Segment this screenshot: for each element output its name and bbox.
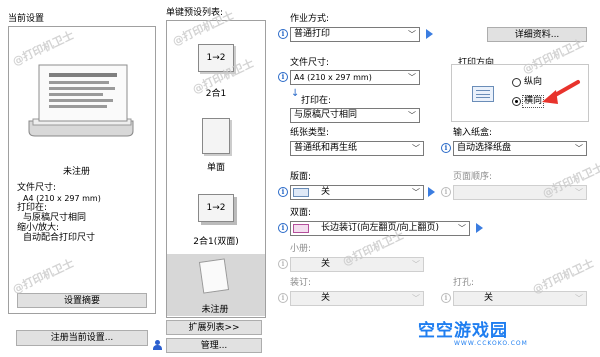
layout-label: 版面: (290, 172, 312, 182)
current-settings-title: 当前设置 (8, 14, 45, 24)
printer-preview-icon (28, 64, 134, 137)
blank-page-icon (198, 258, 230, 294)
current-settings-panel: 未注册 文件尺寸: A4 (210 x 297 mm) 打印在: 与原稿尺寸相同… (8, 26, 156, 314)
duplex-label: 双面: (290, 208, 312, 218)
duplex-select[interactable]: 长边装订(向左翻页/向上翻页) ﹀ (290, 221, 470, 236)
layout-select[interactable]: 关 ﹀ (290, 185, 424, 200)
staple-label: 装订: (290, 278, 312, 288)
portrait-radio[interactable] (512, 78, 521, 87)
punch-value: 关 (484, 293, 494, 303)
chevron-down-icon: ﹀ (412, 188, 420, 197)
print-on-value: 与原稿尺寸相同 (294, 110, 358, 120)
chevron-down-icon: ﹀ (458, 224, 466, 233)
paper-type-label: 纸张类型: (290, 128, 330, 138)
info-icon: i (441, 293, 451, 303)
info-icon[interactable]: i (278, 72, 288, 82)
punch-label: 打孔: (453, 278, 475, 288)
chevron-down-icon: ﹀ (575, 144, 583, 153)
paper-type-select[interactable]: 普通纸和再生纸 ﹀ (290, 141, 424, 156)
paper-size-select[interactable]: A4 (210 x 297 mm) ﹀ (290, 70, 420, 85)
print-method-select[interactable]: 普通打印 ﹀ (290, 27, 420, 42)
chevron-down-icon: ﹀ (408, 111, 416, 120)
single-page-icon (202, 118, 230, 154)
preset-thumbnail: 1→2 (198, 194, 234, 222)
preset-label: 未注册 (201, 305, 229, 315)
paper-size-value: A4 (210 x 297 mm) (294, 73, 372, 82)
chevron-down-icon: ﹀ (412, 294, 420, 303)
info-icon: i (278, 259, 288, 269)
annotation-arrow-icon (542, 80, 580, 104)
page-order-label: 页面顺序: (453, 172, 493, 182)
preset-label: 2合1(双面) (193, 237, 239, 247)
chevron-down-icon: ﹀ (575, 294, 583, 303)
booklet-value: 关 (321, 259, 331, 269)
info-icon: i (278, 293, 288, 303)
print-method-label: 作业方式: (290, 14, 330, 24)
arrow-down-icon: ↓ (291, 88, 300, 99)
register-current-settings-button[interactable]: 注册当前设置... (16, 330, 148, 346)
brand-url: WWW.CCKOKO.COM (454, 340, 528, 347)
expand-list-button[interactable]: 扩展列表>> (166, 320, 262, 335)
input-tray-label: 输入纸盒: (453, 128, 493, 138)
print-on-select[interactable]: 与原稿尺寸相同 ﹀ (290, 108, 420, 123)
chevron-down-icon: ﹀ (408, 73, 416, 82)
landscape-page-icon (472, 86, 494, 102)
paper-type-value: 普通纸和再生纸 (294, 143, 358, 153)
info-icon[interactable]: i (278, 187, 288, 197)
info-icon: i (441, 187, 451, 197)
staple-value: 关 (321, 293, 331, 303)
info-icon[interactable]: i (441, 143, 451, 153)
settings-summary-button[interactable]: 设置摘要 (17, 293, 147, 308)
play-icon (476, 223, 483, 233)
landscape-radio[interactable] (512, 97, 521, 106)
preset-label: 单面 (206, 163, 225, 173)
chevron-down-icon: ﹀ (412, 144, 420, 153)
user-icon (153, 340, 162, 350)
input-tray-value: 自动选择纸盘 (457, 143, 512, 153)
print-on-label: 打印在: (301, 96, 332, 106)
play-icon (428, 187, 435, 197)
staple-select[interactable]: 关 ﹀ (290, 291, 424, 306)
layout-page-icon (293, 188, 309, 197)
manage-button[interactable]: 管理... (166, 338, 262, 353)
booklet-label: 小册: (290, 244, 312, 254)
current-preset-name: 未注册 (63, 167, 91, 177)
punch-select[interactable]: 关 ﹀ (453, 291, 587, 306)
info-icon[interactable]: i (278, 29, 288, 39)
print-method-value: 普通打印 (294, 29, 331, 39)
duplex-page-icon (293, 224, 309, 233)
paper-size-label: 文件尺寸: (290, 58, 330, 68)
brand-logo: 空空游戏园 (418, 321, 508, 341)
play-icon (426, 29, 433, 39)
cs-zoom-value: 自动配合打印尺寸 (23, 233, 96, 243)
chevron-down-icon: ﹀ (408, 30, 416, 39)
layout-value: 关 (321, 187, 331, 197)
input-tray-select[interactable]: 自动选择纸盘 ﹀ (453, 141, 587, 156)
duplex-value: 长边装订(向左翻页/向上翻页) (321, 223, 440, 233)
preset-item-unregistered[interactable]: 未注册 (167, 254, 265, 316)
chevron-down-icon: ﹀ (412, 260, 420, 269)
info-icon[interactable]: i (278, 223, 288, 233)
